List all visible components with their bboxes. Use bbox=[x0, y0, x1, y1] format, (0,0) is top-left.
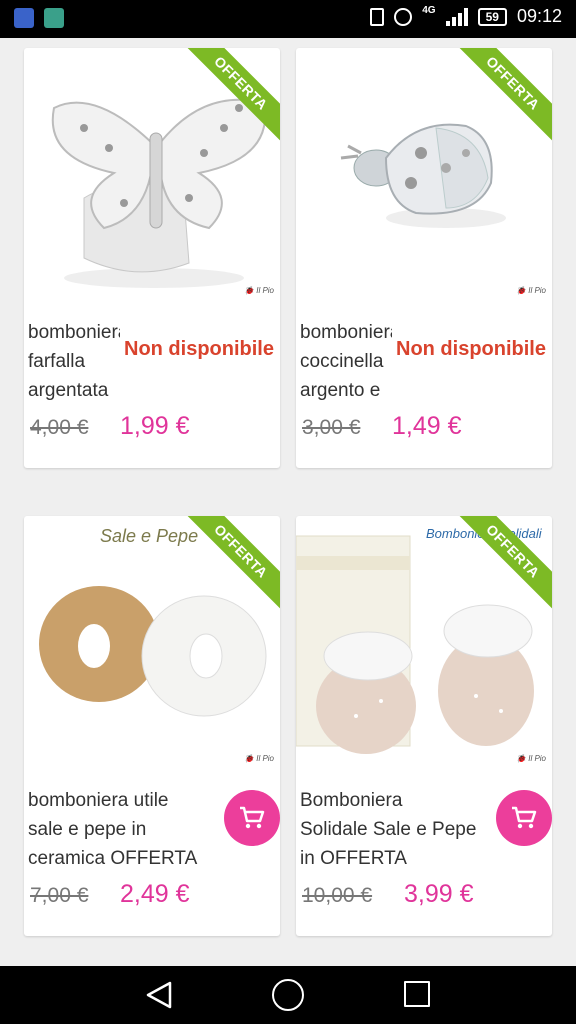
image-caption: Sale e Pepe bbox=[100, 526, 199, 546]
brand-logo: 🐞 Il Pio bbox=[516, 286, 546, 295]
back-triangle-icon[interactable] bbox=[144, 980, 174, 1010]
product-card[interactable]: OFFERTA 🐞 Il Pio bomboniera coccinella a… bbox=[296, 48, 552, 468]
clock: 09:12 bbox=[516, 6, 562, 26]
brand-logo: 🐞 Il Pio bbox=[244, 286, 274, 295]
availability-status: Non disponibile bbox=[122, 338, 274, 361]
battery-indicator: 59 bbox=[477, 7, 507, 26]
old-price: 3,00 € bbox=[302, 416, 361, 439]
recents-square-icon[interactable] bbox=[404, 981, 430, 1007]
product-card[interactable]: OFFERTA 🐞 Il Pio bomboniera farfalla arg… bbox=[24, 48, 280, 468]
sale-price: 3,99 € bbox=[404, 880, 474, 908]
alarm-icon bbox=[394, 7, 413, 26]
product-name[interactable]: bomboniera farfalla argentata bbox=[28, 318, 120, 406]
brand-logo: 🐞 Il Pio bbox=[516, 754, 546, 763]
system-navigation-bar bbox=[0, 966, 576, 1024]
availability-status: Non disponibile bbox=[394, 338, 546, 361]
network-type: 4G bbox=[422, 4, 436, 16]
old-price: 4,00 € bbox=[30, 416, 89, 439]
product-name[interactable]: bomboniera coccinella argento e bbox=[300, 318, 392, 406]
sale-price: 1,49 € bbox=[392, 412, 462, 440]
sale-price: 1,99 € bbox=[120, 412, 190, 440]
add-to-cart-button[interactable] bbox=[224, 790, 280, 846]
sale-price: 2,49 € bbox=[120, 880, 190, 908]
app-notification-icon bbox=[14, 8, 34, 28]
old-price: 7,00 € bbox=[30, 884, 89, 907]
cart-icon bbox=[240, 806, 265, 829]
old-price: 10,00 € bbox=[302, 884, 373, 907]
status-bar: 4G 59 09:12 bbox=[0, 0, 576, 38]
signal-icon bbox=[445, 7, 468, 26]
product-name[interactable]: Bomboniera Solidale Sale e Pepe in OFFER… bbox=[300, 786, 484, 874]
gallery-notification-icon bbox=[44, 8, 64, 28]
vibrate-icon bbox=[370, 7, 385, 26]
notification-icons bbox=[14, 8, 64, 28]
brand-logo: 🐞 Il Pio bbox=[244, 754, 274, 763]
add-to-cart-button[interactable] bbox=[496, 790, 552, 846]
product-card[interactable]: Sale e Pepe OFFERTA 🐞 Il Pio bomboniera … bbox=[24, 516, 280, 936]
cart-icon bbox=[512, 806, 537, 829]
product-name[interactable]: bomboniera utile sale e pepe in ceramica… bbox=[28, 786, 212, 874]
system-icons: 4G 59 09:12 bbox=[370, 4, 562, 27]
product-card[interactable]: Bomboniere Solidali OFFERTA 🐞 Il Pio Bom… bbox=[296, 516, 552, 936]
home-circle-icon[interactable] bbox=[272, 979, 304, 1011]
